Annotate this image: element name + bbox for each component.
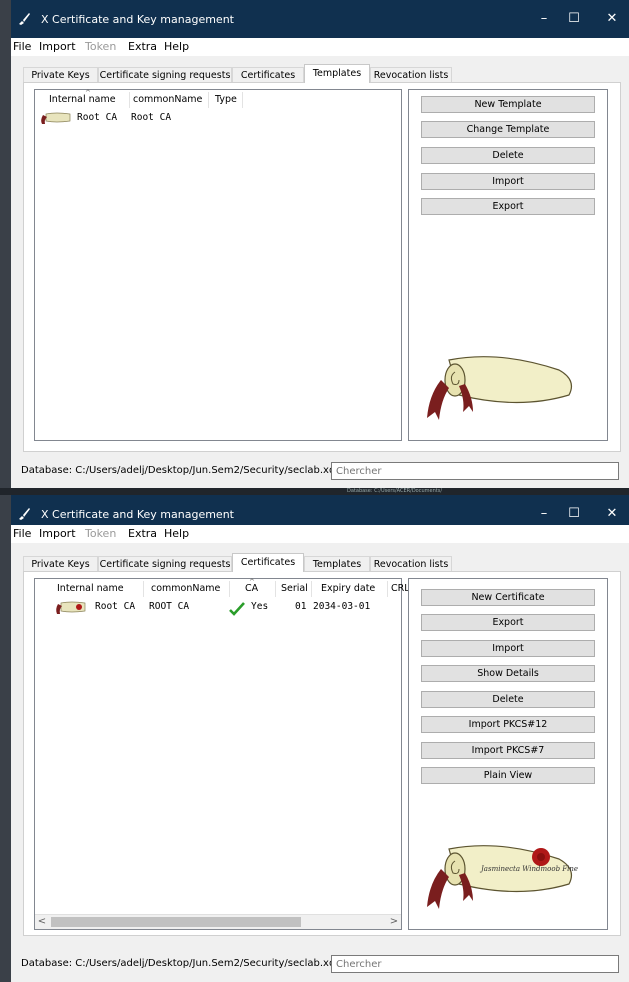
cell-ca: Yes	[251, 601, 269, 612]
show-details-button[interactable]: Show Details	[421, 665, 595, 682]
menu-extra[interactable]: Extra	[128, 527, 157, 540]
tab-bar: Private Keys Certificate signing request…	[23, 553, 609, 572]
column-header-expiry-date[interactable]: Expiry date	[321, 583, 375, 594]
menu-token[interactable]: Token	[85, 40, 116, 53]
title-bar[interactable]: X Certificate and Key management – ☐ ✕	[11, 0, 629, 38]
menu-import[interactable]: Import	[39, 527, 76, 540]
column-header-crl[interactable]: CRL	[391, 583, 410, 594]
cell-internal-name: Root CA	[77, 112, 118, 123]
brush-icon	[19, 508, 30, 520]
templates-list[interactable]: ^ Internal name commonName Type Root CA …	[34, 89, 402, 441]
minimize-button[interactable]: –	[529, 503, 559, 525]
database-path: Database: C:/Users/adelj/Desktop/Jun.Sem…	[21, 465, 342, 476]
cell-common-name: Root CA	[131, 112, 172, 123]
import-button[interactable]: Import	[421, 173, 595, 190]
cell-serial: 01	[295, 601, 307, 612]
delete-button[interactable]: Delete	[421, 691, 595, 708]
tab-certificates[interactable]: Certificates	[232, 67, 304, 82]
certificate-icon	[56, 601, 86, 614]
window-title: X Certificate and Key management	[41, 508, 234, 521]
export-button[interactable]: Export	[421, 614, 595, 631]
templates-page: ^ Internal name commonName Type Root CA …	[23, 82, 621, 452]
delete-button[interactable]: Delete	[421, 147, 595, 164]
menu-token[interactable]: Token	[85, 527, 116, 540]
window-templates: X Certificate and Key management – ☐ ✕ F…	[11, 0, 629, 488]
table-row[interactable]: Root CA Root CA	[35, 110, 401, 126]
tab-revocation-lists[interactable]: Revocation lists	[370, 556, 452, 571]
menu-import[interactable]: Import	[39, 40, 76, 53]
menu-help[interactable]: Help	[164, 40, 189, 53]
close-button[interactable]: ✕	[597, 8, 627, 30]
status-bar: Database: C:/Users/adelj/Desktop/Jun.Sem…	[21, 461, 629, 481]
cell-common-name: ROOT CA	[149, 601, 190, 612]
maximize-button[interactable]: ☐	[559, 8, 589, 30]
column-header-internal-name[interactable]: Internal name	[49, 94, 116, 105]
certificate-icon	[41, 112, 71, 124]
tab-revocation-lists[interactable]: Revocation lists	[370, 67, 452, 82]
scroll-right-icon[interactable]: >	[387, 915, 401, 929]
scroll-signature-text: Jasminecta Windmoob Fine	[479, 865, 578, 873]
tab-private-keys[interactable]: Private Keys	[23, 67, 98, 82]
background-text: Database: C:/Users/ACER/Documents/	[347, 488, 443, 494]
certificates-list[interactable]: Internal name commonName ^ CA Serial Exp…	[34, 578, 410, 930]
tab-private-keys[interactable]: Private Keys	[23, 556, 98, 571]
certificates-page: Internal name commonName ^ CA Serial Exp…	[23, 571, 621, 936]
menu-bar: File Import Token Extra Help	[11, 38, 629, 56]
tab-templates[interactable]: Templates	[304, 556, 370, 571]
scroll-logo: Jasminecta Windmoob Fine	[427, 845, 578, 909]
scroll-logo	[427, 356, 572, 420]
window-title: X Certificate and Key management	[41, 13, 234, 26]
database-path: Database: C:/Users/adelj/Desktop/Jun.Sem…	[21, 958, 342, 969]
button-panel: New Template Change Template Delete Impo…	[408, 89, 608, 441]
scroll-left-icon[interactable]: <	[35, 915, 49, 929]
menu-file[interactable]: File	[13, 527, 31, 540]
tab-csr[interactable]: Certificate signing requests	[98, 556, 232, 571]
button-panel: New Certificate Export Import Show Detai…	[408, 578, 608, 930]
table-row[interactable]: Root CA ROOT CA Yes 01 2034-03-01	[35, 599, 401, 616]
close-button[interactable]: ✕	[597, 503, 627, 525]
cell-internal-name: Root CA	[95, 601, 136, 612]
plain-view-button[interactable]: Plain View	[421, 767, 595, 784]
column-header-commonname[interactable]: commonName	[151, 583, 220, 594]
brush-icon	[19, 13, 30, 25]
menu-file[interactable]: File	[13, 40, 31, 53]
tab-bar: Private Keys Certificate signing request…	[23, 64, 609, 83]
window-certificates: X Certificate and Key management – ☐ ✕ F…	[11, 495, 629, 982]
menu-extra[interactable]: Extra	[128, 40, 157, 53]
background-strip: Database: C:/Users/ACER/Documents/	[0, 488, 629, 495]
menu-bar: File Import Token Extra Help	[11, 525, 629, 543]
column-header-internal-name[interactable]: Internal name	[57, 583, 124, 594]
checkmark-icon	[229, 602, 245, 616]
import-pkcs12-button[interactable]: Import PKCS#12	[421, 716, 595, 733]
menu-help[interactable]: Help	[164, 527, 189, 540]
change-template-button[interactable]: Change Template	[421, 121, 595, 138]
cell-expiry-date: 2034-03-01	[313, 601, 371, 612]
tab-csr[interactable]: Certificate signing requests	[98, 67, 232, 82]
maximize-button[interactable]: ☐	[559, 503, 589, 525]
tab-templates[interactable]: Templates	[304, 64, 370, 83]
search-input[interactable]	[331, 955, 619, 973]
column-header-type[interactable]: Type	[215, 94, 237, 105]
import-pkcs7-button[interactable]: Import PKCS#7	[421, 742, 595, 759]
column-header-commonname[interactable]: commonName	[133, 94, 202, 105]
import-button[interactable]: Import	[421, 640, 595, 657]
column-header-serial[interactable]: Serial	[281, 583, 308, 594]
horizontal-scrollbar[interactable]: < >	[35, 914, 401, 929]
minimize-button[interactable]: –	[529, 8, 559, 30]
export-button[interactable]: Export	[421, 198, 595, 215]
status-bar: Database: C:/Users/adelj/Desktop/Jun.Sem…	[21, 954, 629, 974]
new-certificate-button[interactable]: New Certificate	[421, 589, 595, 606]
scrollbar-thumb[interactable]	[51, 917, 301, 927]
search-input[interactable]	[331, 462, 619, 480]
tab-certificates[interactable]: Certificates	[232, 553, 304, 572]
new-template-button[interactable]: New Template	[421, 96, 595, 113]
column-header-ca[interactable]: CA	[245, 583, 258, 594]
